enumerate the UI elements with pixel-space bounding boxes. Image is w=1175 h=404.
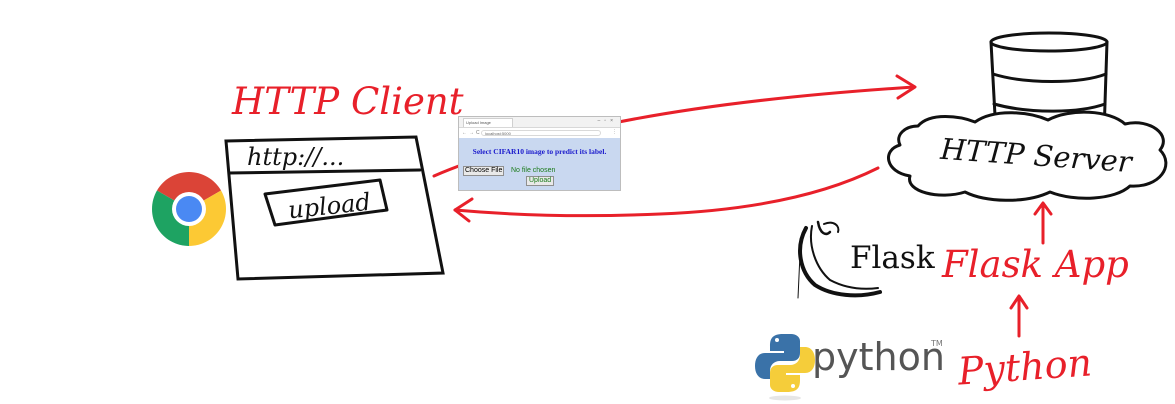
client-url-text: http://... <box>247 143 344 171</box>
client-upload-button-sketch: upload <box>263 178 389 227</box>
mini-url-field[interactable]: localhost:5000 <box>481 130 601 136</box>
flask-logo-text: Flask <box>850 240 935 276</box>
client-title: HTTP Client <box>231 80 464 123</box>
python-to-flask-arrow <box>1009 294 1029 338</box>
python-snake-icon <box>755 334 815 401</box>
diagram-canvas: HTTP Client http://... upload HTTP Serve… <box>152 31 1168 401</box>
embedded-upload-page: Upload Image –▫× ←→C localhost:5000 ⋮ Se… <box>458 116 621 191</box>
mini-menu-icon[interactable]: ⋮ <box>612 129 617 135</box>
python-trademark: TM <box>931 339 943 348</box>
choose-file-button[interactable]: Choose File <box>463 166 505 176</box>
flask-app-label: Flask App <box>941 243 1129 286</box>
client-upload-text: upload <box>287 188 372 224</box>
mini-page-heading: Select CIFAR10 image to predict its labe… <box>472 147 607 156</box>
mini-window-controls-icon[interactable]: –▫× <box>598 118 617 124</box>
mini-nav-icons[interactable]: ←→C <box>462 130 482 136</box>
chrome-icon <box>152 172 226 246</box>
python-handwritten-label: Python <box>955 340 1093 393</box>
upload-button[interactable]: Upload <box>526 176 555 186</box>
mini-url-text: localhost:5000 <box>485 131 511 136</box>
mini-page-body: Select CIFAR10 image to predict its labe… <box>459 138 620 190</box>
python-logo-text: python <box>812 335 945 379</box>
mini-tab[interactable]: Upload Image <box>463 118 513 127</box>
mini-tab-bar: Upload Image –▫× <box>459 117 620 128</box>
flask-to-server-arrow <box>1033 201 1053 245</box>
mini-tab-title: Upload Image <box>466 120 491 125</box>
no-file-text: No file chosen <box>511 167 556 174</box>
